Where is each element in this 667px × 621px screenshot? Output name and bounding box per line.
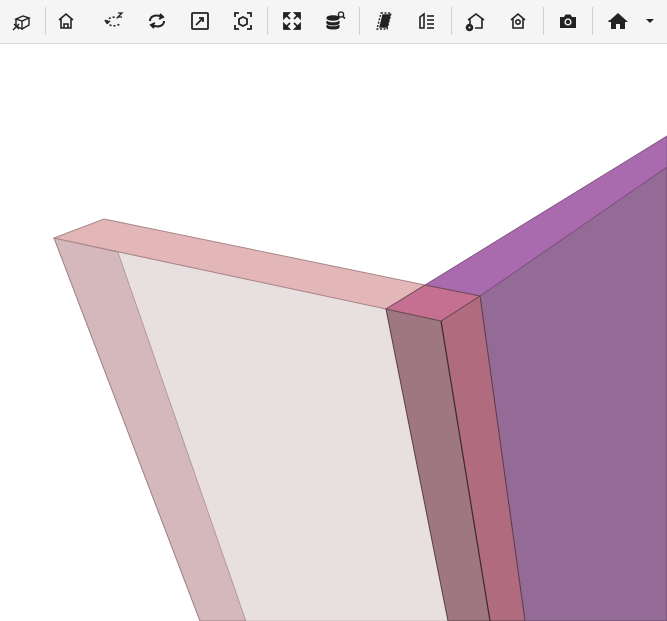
- toolbar-separator: [543, 7, 544, 35]
- fit-all-icon: [283, 12, 301, 30]
- layer-list-icon: [419, 12, 434, 29]
- layer-list-button[interactable]: [412, 6, 442, 36]
- home-button[interactable]: [51, 6, 81, 36]
- house-location-button[interactable]: [503, 6, 533, 36]
- house-settings-button[interactable]: [460, 6, 490, 36]
- fit-all-button[interactable]: [277, 6, 307, 36]
- house-location-icon: [510, 12, 526, 29]
- scene-canvas: [52, 135, 667, 621]
- database-search-button[interactable]: [320, 6, 350, 36]
- navigation-dropdown-toggle[interactable]: [642, 6, 658, 36]
- home-icon: [58, 12, 74, 29]
- database-search-icon: [326, 11, 346, 30]
- 3d-viewport[interactable]: [0, 45, 667, 621]
- zoom-selection-button[interactable]: [228, 6, 258, 36]
- screenshot-button[interactable]: [553, 6, 583, 36]
- toolbar-separator: [267, 7, 268, 35]
- orbit-z-button[interactable]: [99, 6, 129, 36]
- camera-icon: [560, 14, 576, 28]
- toolbar-separator: [451, 7, 452, 35]
- rotate-button[interactable]: [142, 6, 172, 36]
- rotate-icon: [149, 13, 165, 29]
- orbit-z-icon: [104, 12, 124, 27]
- chevron-down-icon: [646, 19, 654, 23]
- toolbar-separator: [592, 7, 593, 35]
- zoom-selection-icon: [234, 12, 252, 30]
- view-cube-button[interactable]: [7, 6, 37, 36]
- view-cube-icon: [12, 15, 31, 31]
- toolbar-separator: [45, 7, 46, 35]
- toolbar: [0, 0, 667, 44]
- zoom-window-button[interactable]: [185, 6, 215, 36]
- section-plane-button[interactable]: [369, 6, 399, 36]
- toolbar-separator: [359, 7, 360, 35]
- home-navigation-icon: [608, 13, 628, 29]
- house-settings-icon: [465, 13, 485, 32]
- section-plane-icon: [376, 12, 392, 30]
- zoom-window-icon: [191, 12, 209, 30]
- navigation-home-button[interactable]: [603, 6, 633, 36]
